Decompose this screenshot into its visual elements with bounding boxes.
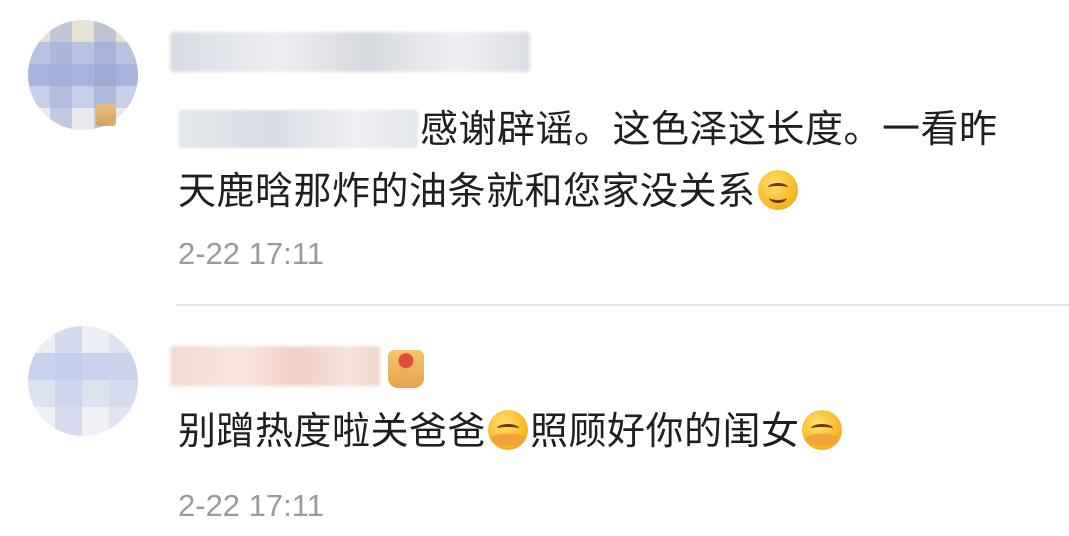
- avatar[interactable]: [28, 326, 138, 436]
- comment-item: 感谢辟谣。这色泽这长度。一看昨天鹿晗那炸的油条就和您家没关系 2-22 17:1…: [0, 0, 1069, 305]
- avatar-badge-icon: [96, 104, 116, 126]
- comment-text: 别蹭热度啦关爸爸 照顾好你的闺女: [178, 400, 1018, 462]
- hug-emoji-icon: [488, 410, 529, 450]
- comment-timestamp: 2-22 17:11: [178, 236, 324, 271]
- username-blurred[interactable]: [170, 346, 380, 386]
- vip-badge-icon: [388, 350, 424, 388]
- smile-emoji-icon: [757, 170, 798, 210]
- comment-timestamp: 2-22 17:11: [178, 488, 324, 523]
- hug-emoji-icon: [801, 410, 842, 450]
- comment-text: 感谢辟谣。这色泽这长度。一看昨天鹿晗那炸的油条就和您家没关系: [178, 98, 1018, 222]
- comment-text-part2: 照顾好你的闺女: [530, 409, 800, 453]
- username-blurred[interactable]: [170, 32, 530, 72]
- avatar[interactable]: [28, 20, 138, 130]
- mention-blurred[interactable]: [178, 110, 418, 148]
- comment-text-part1: 别蹭热度啦关爸爸: [178, 409, 487, 453]
